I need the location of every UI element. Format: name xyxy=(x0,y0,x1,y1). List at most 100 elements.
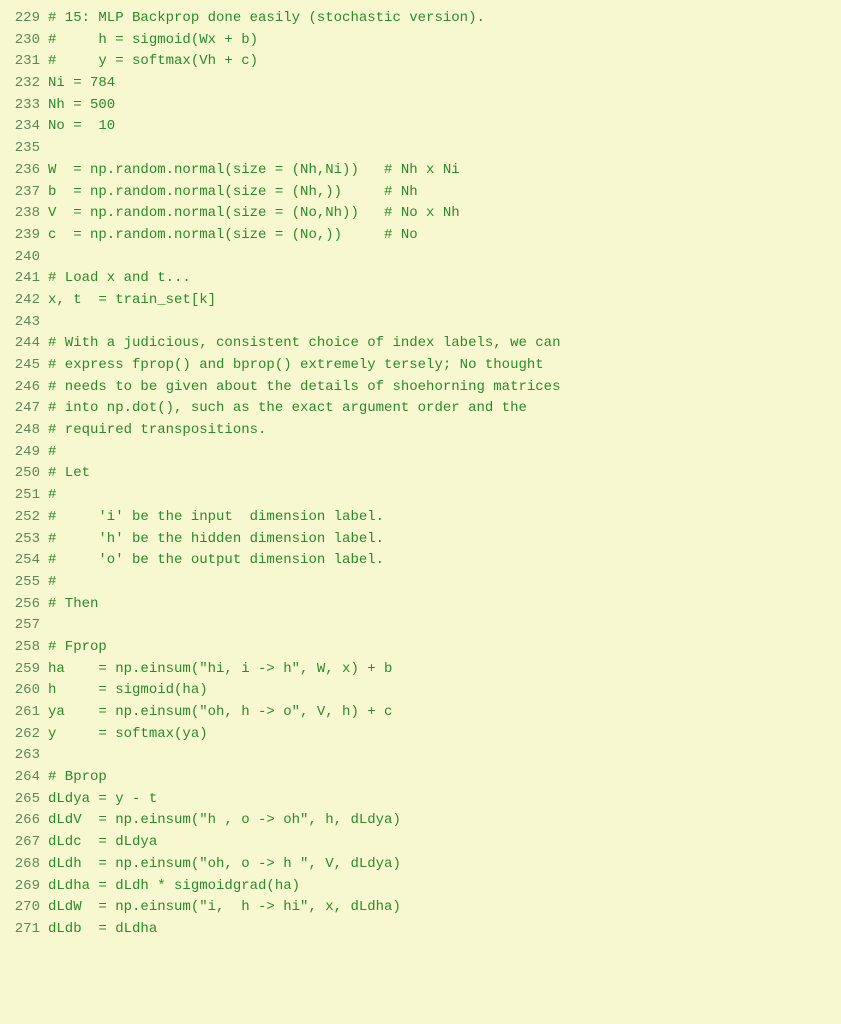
code-line: 261ya = np.einsum("oh, h -> o", V, h) + … xyxy=(0,702,841,724)
code-line: 257 xyxy=(0,615,841,637)
code-line: 229# 15: MLP Backprop done easily (stoch… xyxy=(0,8,841,30)
code-line: 263 xyxy=(0,745,841,767)
code-line: 268dLdh = np.einsum("oh, o -> h ", V, dL… xyxy=(0,854,841,876)
line-number: 251 xyxy=(0,485,48,507)
code-line: 266dLdV = np.einsum("h , o -> oh", h, dL… xyxy=(0,810,841,832)
line-number: 241 xyxy=(0,268,48,290)
line-number: 233 xyxy=(0,95,48,117)
code-line: 237b = np.random.normal(size = (Nh,)) # … xyxy=(0,182,841,204)
code-line: 248# required transpositions. xyxy=(0,420,841,442)
code-line: 262y = softmax(ya) xyxy=(0,724,841,746)
line-number: 250 xyxy=(0,463,48,485)
line-number: 265 xyxy=(0,789,48,811)
code-line: 265dLdya = y - t xyxy=(0,789,841,811)
line-number: 243 xyxy=(0,312,48,334)
code-line: 269dLdha = dLdh * sigmoidgrad(ha) xyxy=(0,876,841,898)
line-content: # xyxy=(48,442,841,464)
line-content: # 15: MLP Backprop done easily (stochast… xyxy=(48,8,841,30)
code-line: 231# y = softmax(Vh + c) xyxy=(0,51,841,73)
line-content: # 'o' be the output dimension label. xyxy=(48,550,841,572)
line-number: 234 xyxy=(0,116,48,138)
line-number: 248 xyxy=(0,420,48,442)
code-line: 264# Bprop xyxy=(0,767,841,789)
line-content: ya = np.einsum("oh, h -> o", V, h) + c xyxy=(48,702,841,724)
line-content: ha = np.einsum("hi, i -> h", W, x) + b xyxy=(48,659,841,681)
line-number: 260 xyxy=(0,680,48,702)
line-number: 254 xyxy=(0,550,48,572)
line-content: x, t = train_set[k] xyxy=(48,290,841,312)
line-number: 240 xyxy=(0,247,48,269)
line-number: 269 xyxy=(0,876,48,898)
code-line: 260h = sigmoid(ha) xyxy=(0,680,841,702)
line-number: 271 xyxy=(0,919,48,941)
line-number: 239 xyxy=(0,225,48,247)
line-number: 270 xyxy=(0,897,48,919)
code-line: 235 xyxy=(0,138,841,160)
line-number: 230 xyxy=(0,30,48,52)
line-content: Ni = 784 xyxy=(48,73,841,95)
code-line: 252# 'i' be the input dimension label. xyxy=(0,507,841,529)
code-line: 259ha = np.einsum("hi, i -> h", W, x) + … xyxy=(0,659,841,681)
code-line: 270dLdW = np.einsum("i, h -> hi", x, dLd… xyxy=(0,897,841,919)
line-content: # With a judicious, consistent choice of… xyxy=(48,333,841,355)
code-line: 254# 'o' be the output dimension label. xyxy=(0,550,841,572)
line-content: # y = softmax(Vh + c) xyxy=(48,51,841,73)
line-number: 255 xyxy=(0,572,48,594)
line-content: W = np.random.normal(size = (Nh,Ni)) # N… xyxy=(48,160,841,182)
code-line: 242x, t = train_set[k] xyxy=(0,290,841,312)
line-number: 258 xyxy=(0,637,48,659)
line-content: dLdha = dLdh * sigmoidgrad(ha) xyxy=(48,876,841,898)
code-line: 251# xyxy=(0,485,841,507)
line-number: 249 xyxy=(0,442,48,464)
line-content: # Fprop xyxy=(48,637,841,659)
code-line: 240 xyxy=(0,247,841,269)
line-content: # required transpositions. xyxy=(48,420,841,442)
line-content: # Load x and t... xyxy=(48,268,841,290)
code-line: 271dLdb = dLdha xyxy=(0,919,841,941)
code-line: 233Nh = 500 xyxy=(0,95,841,117)
line-content: b = np.random.normal(size = (Nh,)) # Nh xyxy=(48,182,841,204)
code-line: 256# Then xyxy=(0,594,841,616)
code-line: 239c = np.random.normal(size = (No,)) # … xyxy=(0,225,841,247)
line-number: 238 xyxy=(0,203,48,225)
code-line: 241# Load x and t... xyxy=(0,268,841,290)
line-content: dLdb = dLdha xyxy=(48,919,841,941)
line-number: 259 xyxy=(0,659,48,681)
line-number: 257 xyxy=(0,615,48,637)
code-line: 245# express fprop() and bprop() extreme… xyxy=(0,355,841,377)
line-number: 268 xyxy=(0,854,48,876)
line-number: 252 xyxy=(0,507,48,529)
code-editor: 229# 15: MLP Backprop done easily (stoch… xyxy=(0,8,841,941)
code-line: 244# With a judicious, consistent choice… xyxy=(0,333,841,355)
line-content: Nh = 500 xyxy=(48,95,841,117)
line-content: dLdW = np.einsum("i, h -> hi", x, dLdha) xyxy=(48,897,841,919)
code-line: 258# Fprop xyxy=(0,637,841,659)
line-content: # express fprop() and bprop() extremely … xyxy=(48,355,841,377)
line-content: # needs to be given about the details of… xyxy=(48,377,841,399)
line-number: 244 xyxy=(0,333,48,355)
code-line: 238V = np.random.normal(size = (No,Nh)) … xyxy=(0,203,841,225)
line-number: 264 xyxy=(0,767,48,789)
code-line: 243 xyxy=(0,312,841,334)
line-number: 266 xyxy=(0,810,48,832)
line-number: 232 xyxy=(0,73,48,95)
line-content: # xyxy=(48,485,841,507)
line-number: 245 xyxy=(0,355,48,377)
line-content: dLdc = dLdya xyxy=(48,832,841,854)
line-number: 247 xyxy=(0,398,48,420)
code-line: 249# xyxy=(0,442,841,464)
code-line: 234No = 10 xyxy=(0,116,841,138)
line-content: V = np.random.normal(size = (No,Nh)) # N… xyxy=(48,203,841,225)
code-line: 246# needs to be given about the details… xyxy=(0,377,841,399)
line-content: y = softmax(ya) xyxy=(48,724,841,746)
line-number: 231 xyxy=(0,51,48,73)
line-content: dLdV = np.einsum("h , o -> oh", h, dLdya… xyxy=(48,810,841,832)
code-line: 230# h = sigmoid(Wx + b) xyxy=(0,30,841,52)
code-line: 236W = np.random.normal(size = (Nh,Ni)) … xyxy=(0,160,841,182)
line-content: No = 10 xyxy=(48,116,841,138)
line-content: c = np.random.normal(size = (No,)) # No xyxy=(48,225,841,247)
code-line: 267dLdc = dLdya xyxy=(0,832,841,854)
line-content: # 'i' be the input dimension label. xyxy=(48,507,841,529)
code-line: 253# 'h' be the hidden dimension label. xyxy=(0,529,841,551)
code-line: 255# xyxy=(0,572,841,594)
